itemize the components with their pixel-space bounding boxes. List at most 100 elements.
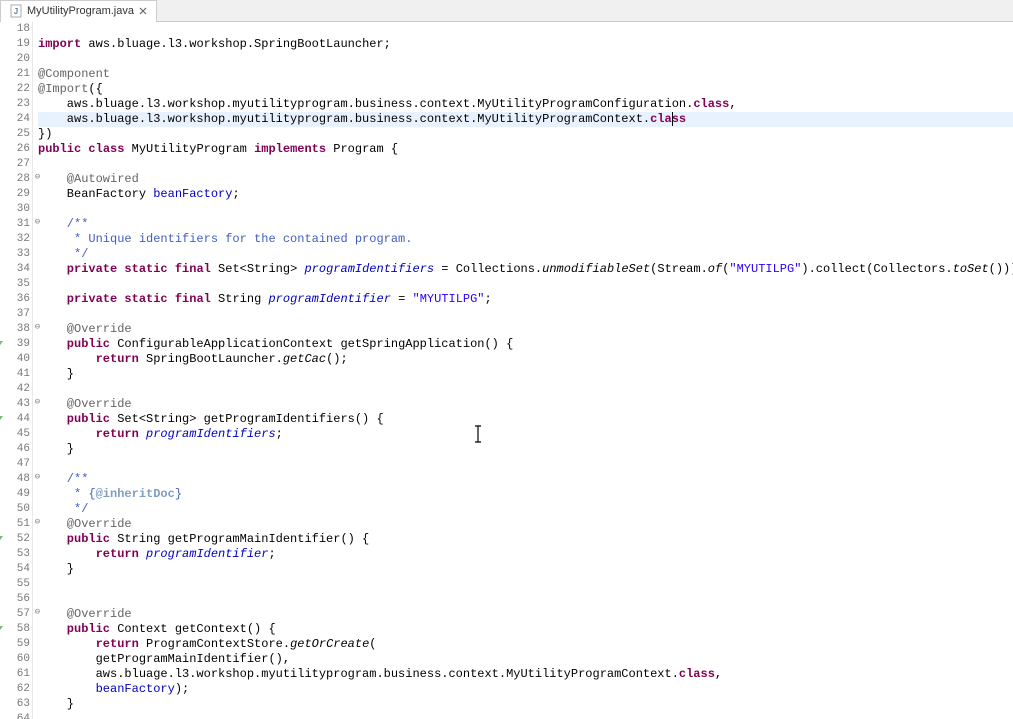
line-number: 29 (0, 187, 30, 202)
code-line[interactable]: * Unique identifiers for the contained p… (38, 232, 1013, 247)
line-number: 63 (0, 697, 30, 712)
code-line[interactable]: /** (38, 217, 1013, 232)
line-number: 37 (0, 307, 30, 322)
line-number: 35 (0, 277, 30, 292)
line-number: 36 (0, 292, 30, 307)
code-line[interactable]: getProgramMainIdentifier(), (38, 652, 1013, 667)
line-number: 23 (0, 97, 30, 112)
code-line[interactable] (38, 22, 1013, 37)
code-line[interactable] (38, 157, 1013, 172)
line-number: 51⊖ (0, 517, 30, 532)
line-number: 53 (0, 547, 30, 562)
line-number: 31⊖ (0, 217, 30, 232)
line-number: 52 (0, 532, 30, 547)
code-line[interactable]: * {@inheritDoc} (38, 487, 1013, 502)
code-line[interactable]: beanFactory); (38, 682, 1013, 697)
code-line[interactable]: return ProgramContextStore.getOrCreate( (38, 637, 1013, 652)
line-number: 20 (0, 52, 30, 67)
code-line[interactable]: } (38, 562, 1013, 577)
line-number: 22 (0, 82, 30, 97)
code-line[interactable]: @Override (38, 607, 1013, 622)
code-line[interactable]: @Autowired (38, 172, 1013, 187)
code-line[interactable] (38, 712, 1013, 719)
code-line[interactable]: public ConfigurableApplicationContext ge… (38, 337, 1013, 352)
code-line[interactable] (38, 457, 1013, 472)
code-line[interactable]: @Component (38, 67, 1013, 82)
code-line[interactable]: public class MyUtilityProgram implements… (38, 142, 1013, 157)
line-number: 54 (0, 562, 30, 577)
code-line[interactable] (38, 52, 1013, 67)
code-line[interactable]: */ (38, 247, 1013, 262)
line-number: 34 (0, 262, 30, 277)
line-number: 38⊖ (0, 322, 30, 337)
override-marker-icon[interactable] (0, 536, 3, 543)
code-line[interactable] (38, 592, 1013, 607)
line-number: 48⊖ (0, 472, 30, 487)
code-line[interactable]: public String getProgramMainIdentifier()… (38, 532, 1013, 547)
line-number: 24 (0, 112, 30, 127)
code-line[interactable] (38, 307, 1013, 322)
line-number: 55 (0, 577, 30, 592)
code-line[interactable]: BeanFactory beanFactory; (38, 187, 1013, 202)
code-line[interactable]: private static final String programIdent… (38, 292, 1013, 307)
code-line[interactable]: */ (38, 502, 1013, 517)
line-number: 50 (0, 502, 30, 517)
code-line[interactable] (38, 382, 1013, 397)
editor[interactable]: 1819202122232425262728⊖293031⊖3233343536… (0, 22, 1013, 719)
code-line[interactable]: aws.bluage.l3.workshop.myutilityprogram.… (38, 112, 1013, 127)
code-line[interactable]: }) (38, 127, 1013, 142)
code-line[interactable]: @Import({ (38, 82, 1013, 97)
line-number: 28⊖ (0, 172, 30, 187)
code-line[interactable] (38, 577, 1013, 592)
code-line[interactable]: public Context getContext() { (38, 622, 1013, 637)
code-line[interactable] (38, 202, 1013, 217)
code-line[interactable]: } (38, 697, 1013, 712)
line-number: 60 (0, 652, 30, 667)
line-number: 44 (0, 412, 30, 427)
java-file-icon: J (9, 4, 23, 18)
override-marker-icon[interactable] (0, 416, 3, 423)
code-line[interactable]: import aws.bluage.l3.workshop.SpringBoot… (38, 37, 1013, 52)
line-number: 26 (0, 142, 30, 157)
line-number: 18 (0, 22, 30, 37)
line-number: 42 (0, 382, 30, 397)
code-line[interactable]: aws.bluage.l3.workshop.myutilityprogram.… (38, 667, 1013, 682)
code-area[interactable]: import aws.bluage.l3.workshop.SpringBoot… (33, 22, 1013, 719)
line-number: 49 (0, 487, 30, 502)
line-number: 57⊖ (0, 607, 30, 622)
code-line[interactable]: } (38, 442, 1013, 457)
line-number-gutter: 1819202122232425262728⊖293031⊖3233343536… (0, 22, 33, 719)
override-marker-icon[interactable] (0, 341, 3, 348)
svg-text:J: J (14, 7, 18, 16)
override-marker-icon[interactable] (0, 626, 3, 633)
code-line[interactable]: } (38, 367, 1013, 382)
line-number: 62 (0, 682, 30, 697)
line-number: 39 (0, 337, 30, 352)
code-line[interactable]: public Set<String> getProgramIdentifiers… (38, 412, 1013, 427)
code-line[interactable]: @Override (38, 397, 1013, 412)
line-number: 61 (0, 667, 30, 682)
line-number: 46 (0, 442, 30, 457)
code-line[interactable]: aws.bluage.l3.workshop.myutilityprogram.… (38, 97, 1013, 112)
code-line[interactable]: /** (38, 472, 1013, 487)
code-line[interactable] (38, 277, 1013, 292)
code-line[interactable]: @Override (38, 322, 1013, 337)
line-number: 30 (0, 202, 30, 217)
editor-tab[interactable]: J MyUtilityProgram.java (0, 0, 157, 22)
line-number: 40 (0, 352, 30, 367)
line-number: 56 (0, 592, 30, 607)
code-line[interactable]: return SpringBootLauncher.getCac(); (38, 352, 1013, 367)
close-icon[interactable] (138, 6, 148, 16)
code-line[interactable]: private static final Set<String> program… (38, 262, 1013, 277)
line-number: 25 (0, 127, 30, 142)
line-number: 27 (0, 157, 30, 172)
line-number: 32 (0, 232, 30, 247)
line-number: 41 (0, 367, 30, 382)
tab-filename: MyUtilityProgram.java (27, 5, 134, 17)
code-line[interactable]: return programIdentifier; (38, 547, 1013, 562)
line-number: 64 (0, 712, 30, 719)
code-line[interactable]: @Override (38, 517, 1013, 532)
line-number: 47 (0, 457, 30, 472)
code-line[interactable]: return programIdentifiers; (38, 427, 1013, 442)
line-number: 45 (0, 427, 30, 442)
